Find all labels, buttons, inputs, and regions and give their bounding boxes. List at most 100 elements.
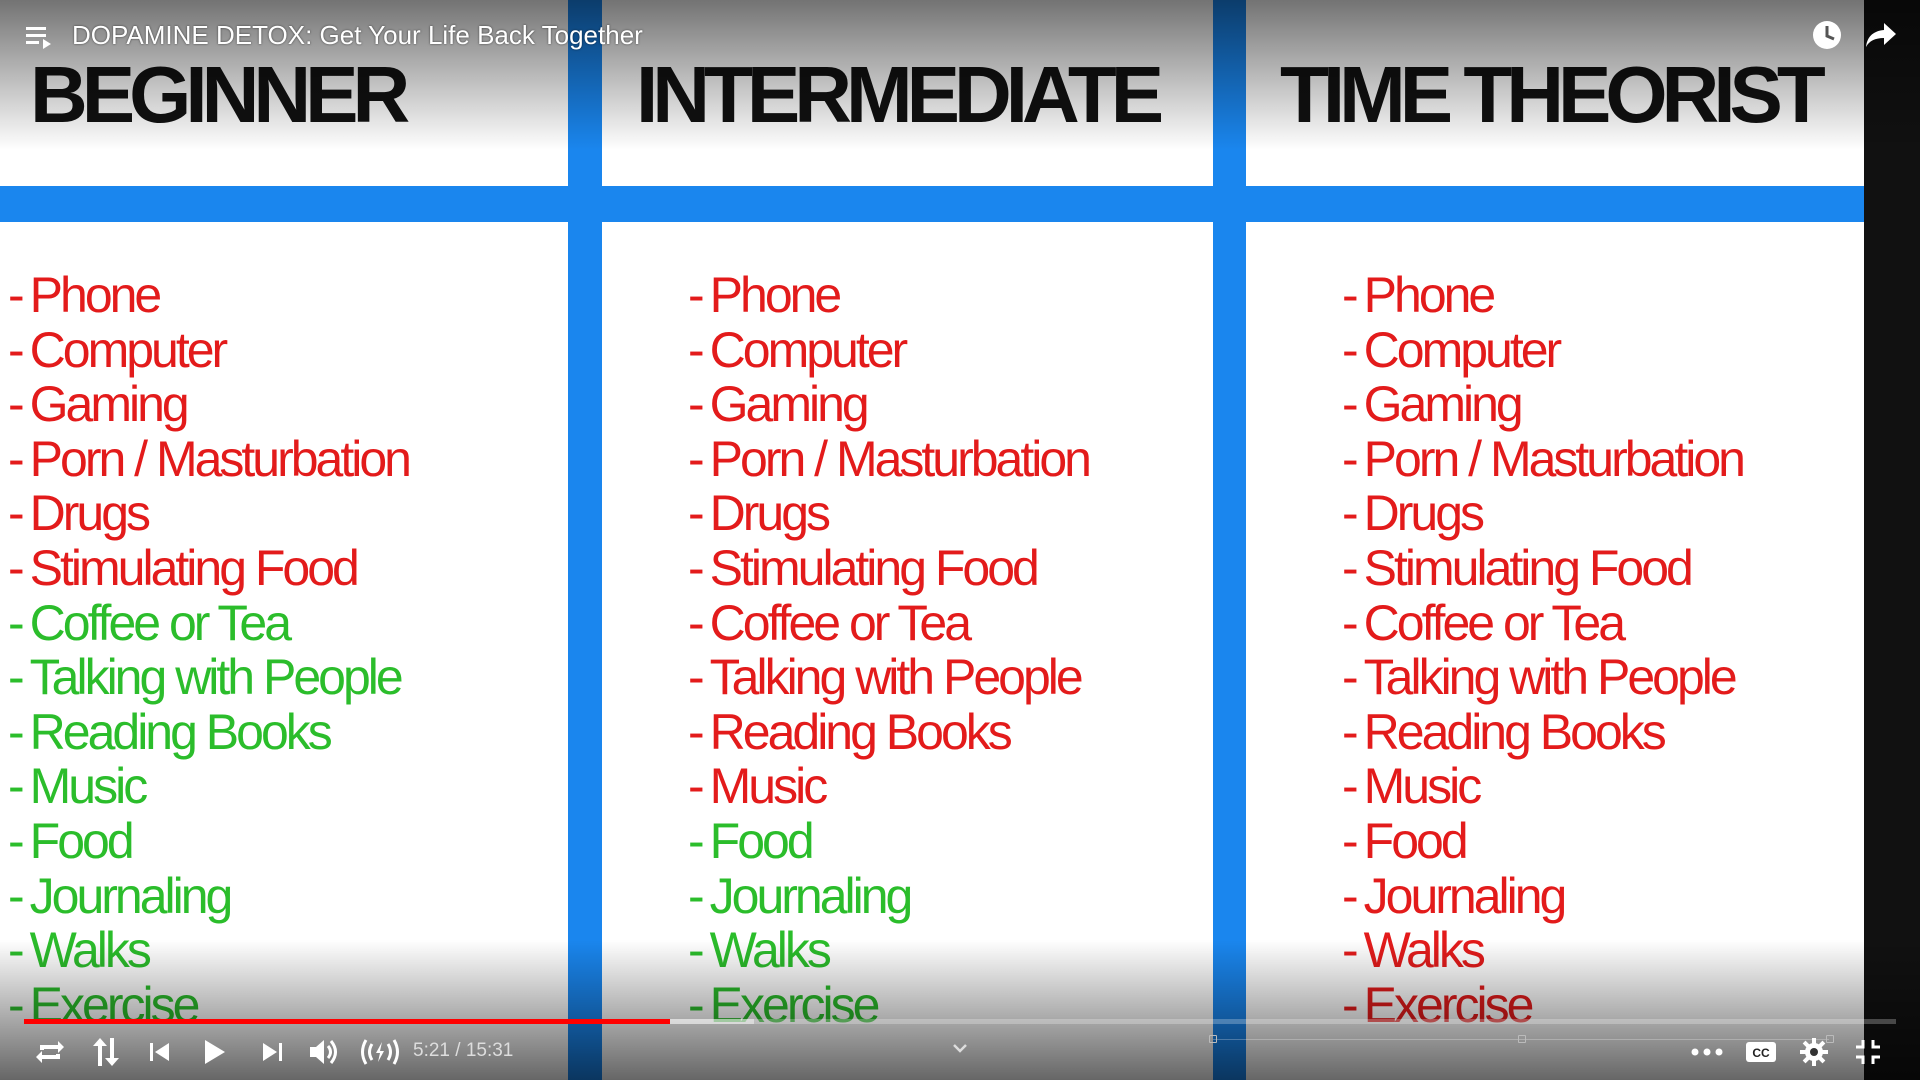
player-top-bar: DOPAMINE DETOX: Get Your Life Back Toget… [0,0,1920,72]
list-item: - Porn / Masturbation [688,430,1092,487]
list-dash: - [8,758,25,815]
list-dash: - [688,485,705,542]
list-item: - Porn / Masturbation [8,430,412,487]
list-item: - Exercise [688,976,1089,1033]
more-dots-icon[interactable] [1688,1034,1726,1070]
list-item: - Food [8,814,409,869]
exit-fullscreen-icon[interactable] [1850,1034,1886,1070]
list-dash: - [688,321,705,378]
share-arrow-icon[interactable] [1864,20,1898,50]
list-item-text: Reading Books [1363,703,1667,760]
list-item: - Walks [688,923,1089,978]
list-item: - Exercise [8,976,409,1033]
video-title[interactable]: DOPAMINE DETOX: Get Your Life Back Toget… [72,20,643,51]
gear-icon[interactable] [1796,1034,1832,1070]
list-item-text: Exercise [1363,976,1535,1033]
list-item-text: Stimulating Food [1363,539,1694,596]
list-item-text: Stimulating Food [29,539,360,596]
list-dash: - [1342,267,1359,323]
list-item: - Coffee or Tea [8,594,409,651]
list-item: - Walks [1342,923,1743,978]
list-dash: - [688,430,705,487]
live-broadcast-icon[interactable] [358,1034,402,1070]
list-item: - Talking with People [8,650,409,705]
list-dash: - [688,867,705,924]
list-dash: - [1342,976,1359,1033]
list-dash: - [1342,703,1359,760]
list-item-text: Gaming [29,376,190,433]
list-dash: - [688,539,705,596]
playlist-icon[interactable] [24,22,56,50]
list-dash: - [8,430,25,487]
list-item-text: Walks [709,922,832,979]
list-item: - Food [1342,814,1743,869]
list-item: - Phone [8,268,409,323]
list-item-text: Food [29,812,135,869]
list-item-text: Porn / Masturbation [1363,430,1746,487]
duration: 15:31 [465,1040,514,1061]
list-item: - Talking with People [688,650,1089,705]
list-item: - Journaling [688,867,1089,924]
list-dash: - [1342,812,1359,869]
list-item: - Exercise [1342,976,1743,1033]
list-dash: - [8,267,25,323]
list-item-text: Reading Books [709,703,1013,760]
list-item-text: Exercise [709,976,881,1033]
list-item: - Reading Books [688,703,1089,760]
play-icon[interactable] [196,1034,232,1070]
slide-vertical-divider [1213,0,1246,1080]
list-item: - Music [688,759,1089,814]
list-item-text: Drugs [709,485,831,542]
skip-previous-icon[interactable] [142,1034,178,1070]
list-dash: - [8,703,25,760]
up-down-arrows-icon[interactable] [88,1034,124,1070]
list-dash: - [8,376,25,433]
list-dash: - [8,649,25,706]
video-frame[interactable]: BEGINNER INTERMEDIATE TIME THEORIST - Pho… [0,0,1864,1080]
list-dash: - [688,812,705,869]
list-item: - Computer [1342,321,1743,378]
video-player[interactable]: BEGINNER INTERMEDIATE TIME THEORIST - Pho… [0,0,1920,1080]
list-item-text: Walks [29,922,152,979]
list-item: - Music [1342,759,1743,814]
beginner-list: - Phone - Computer - Gaming - Porn / Masturbati… [8,268,412,1033]
chevron-down-icon[interactable] [950,1040,970,1056]
list-dash: - [8,867,25,924]
skip-next-icon[interactable] [254,1034,290,1070]
list-item: - Gaming [1342,377,1743,432]
slide-horizontal-divider [0,186,1864,222]
list-item-text: Drugs [29,485,151,542]
list-item-text: Phone [709,267,843,323]
time-theorist-list: - Phone - Computer - Gaming - Porn / Masturbati… [1342,268,1746,1033]
list-dash: - [688,594,705,651]
list-item-text: Talking with People [709,649,1084,706]
list-item: - Gaming [8,377,409,432]
list-dash: - [688,758,705,815]
list-dash: - [8,976,25,1033]
list-item: - Porn / Masturbation [1342,430,1746,487]
list-item-text: Music [1363,758,1483,815]
list-item: - Computer [688,321,1089,378]
list-item: - Food [688,814,1089,869]
list-item-text: Exercise [29,976,201,1033]
list-dash: - [8,321,25,378]
svg-text:CC: CC [1752,1046,1770,1060]
list-item-text: Gaming [709,376,870,433]
list-dash: - [1342,539,1359,596]
list-dash: - [8,485,25,542]
list-item: - Journaling [8,867,409,924]
list-item-text: Coffee or Tea [1363,594,1626,651]
list-item-text: Coffee or Tea [29,594,292,651]
volume-icon[interactable] [306,1034,342,1070]
clock-icon[interactable] [1810,18,1844,52]
intermediate-list: - Phone - Computer - Gaming - Porn / Masturbati… [688,268,1092,1033]
loop-icon[interactable] [32,1034,68,1070]
list-item: - Drugs [688,486,1089,541]
list-item: - Phone [688,268,1089,323]
time-separator: / [449,1040,466,1061]
list-item: - Phone [1342,268,1743,323]
list-item: - Drugs [8,486,409,541]
list-item-text: Computer [1363,321,1563,378]
progress-bar[interactable] [24,1019,1896,1024]
cc-icon[interactable]: CC [1742,1034,1780,1070]
